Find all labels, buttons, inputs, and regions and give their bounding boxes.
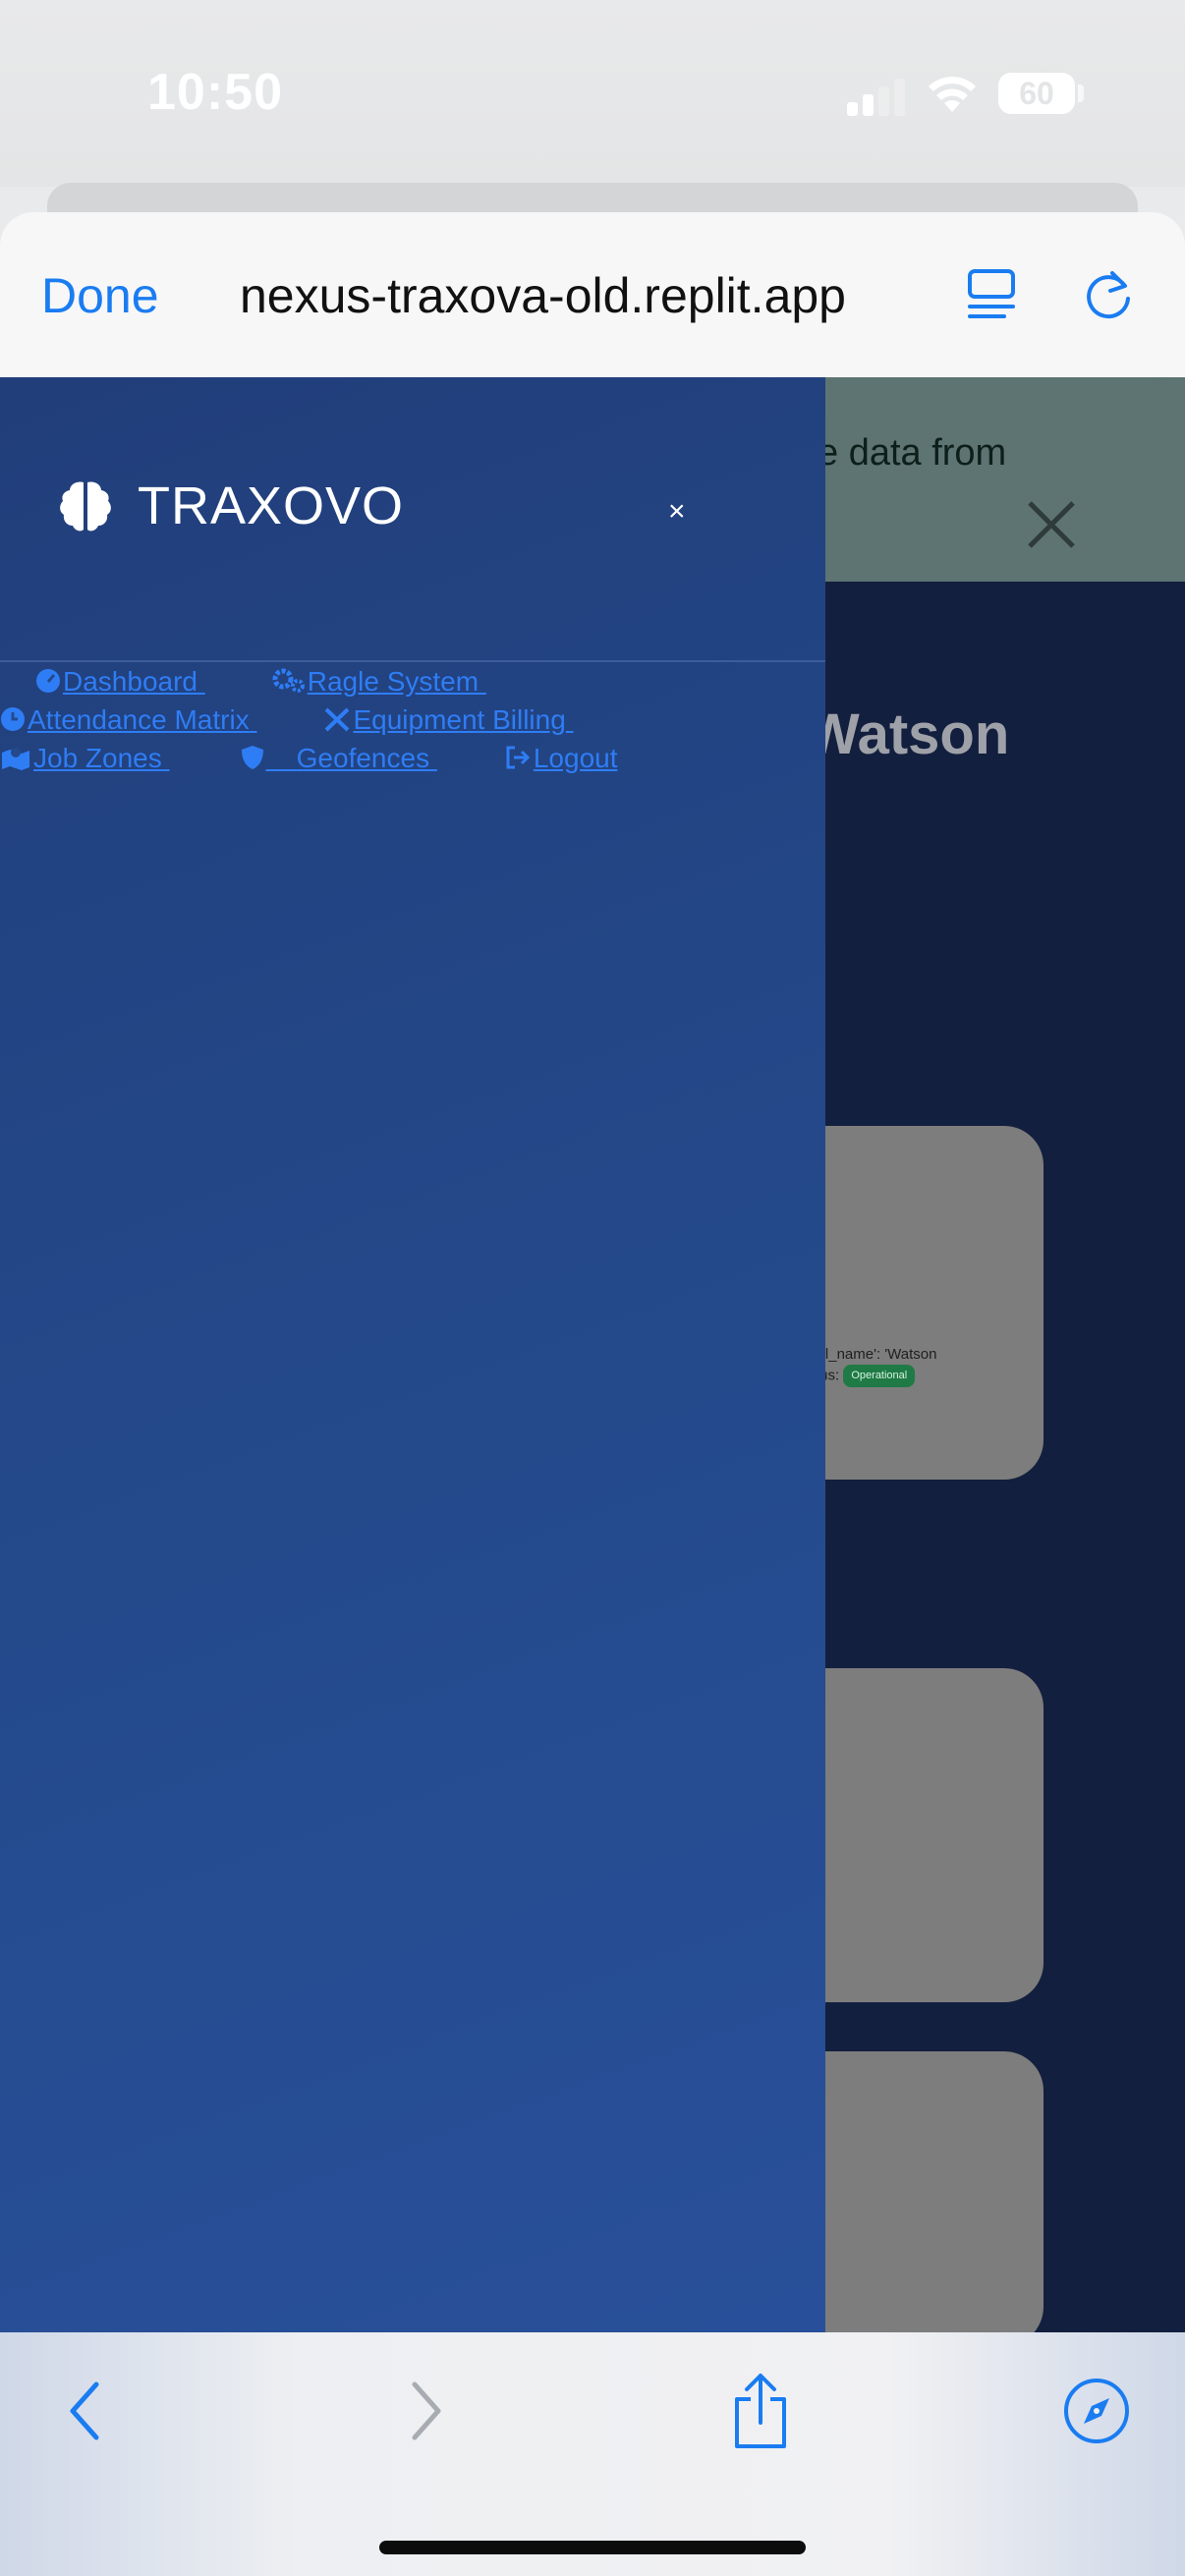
nav-link-attendance-matrix[interactable]: Attendance Matrix [0, 704, 256, 735]
nav-label: Equipment Billing [353, 704, 566, 735]
reload-icon[interactable] [1079, 265, 1138, 324]
status-badge: Operational [843, 1365, 916, 1387]
home-indicator [379, 2541, 806, 2554]
nav-link-equipment-billing[interactable]: Equipment Billing [323, 704, 573, 735]
nav-link-ragle-system[interactable]: Ragle System [272, 666, 486, 697]
share-button[interactable] [721, 2372, 800, 2450]
back-button[interactable] [45, 2372, 124, 2450]
battery-cap [1078, 84, 1084, 102]
shield-icon [241, 746, 263, 769]
sidebar-close-button[interactable]: × [668, 497, 686, 527]
open-in-safari-button[interactable] [1057, 2372, 1136, 2450]
nav-label: Geofences [296, 743, 430, 773]
brain-icon [60, 481, 111, 532]
done-button[interactable]: Done [41, 267, 159, 324]
cellular-signal-icon [847, 77, 908, 116]
reader-mode-icon[interactable] [965, 265, 1020, 322]
sidebar-nav: Dashboard Ragle System Attendance Matrix… [0, 662, 786, 777]
brand-name: TRAXOVO [138, 476, 405, 535]
battery-level: 60 [1019, 76, 1054, 111]
battery-icon: 60 [998, 73, 1075, 114]
forward-button[interactable] [387, 2372, 466, 2450]
cogs-icon [272, 668, 305, 693]
nav-label: Job Zones [33, 743, 162, 773]
browser-toolbar [0, 2332, 1185, 2576]
web-page: e data from Watson ', 'full_name': 'Wats… [0, 377, 1185, 2332]
welcome-user-name: Watson [806, 702, 1010, 766]
wifi-icon [929, 77, 976, 112]
nav-link-job-zones[interactable]: Job Zones [0, 743, 170, 773]
status-bar: 10:50 60 [0, 0, 1185, 187]
alert-text: e data from [818, 432, 1007, 474]
alert-corner [1126, 377, 1185, 582]
sign-out-icon [506, 746, 530, 769]
dashboard-gauge-icon [36, 669, 60, 693]
clock-icon [1, 707, 25, 731]
alert-close-icon[interactable] [1024, 497, 1079, 552]
nav-link-dashboard[interactable]: Dashboard [35, 666, 205, 697]
nav-label: Logout [533, 743, 618, 773]
chevron-left-icon [70, 2381, 99, 2440]
nav-link-geofences[interactable]: Geofences [241, 743, 437, 773]
status-time: 10:50 [147, 64, 283, 121]
nav-label: Attendance Matrix [28, 704, 250, 735]
sidebar: TRAXOVO × Dashboard Ragle System Attenda… [0, 377, 825, 2332]
browser-header: Done nexus-traxova-old.replit.app [0, 212, 1185, 377]
tools-icon [325, 707, 350, 732]
nav-label: Dashboard [63, 666, 198, 697]
map-marked-icon [2, 748, 29, 770]
share-icon [735, 2374, 786, 2448]
brand: TRAXOVO [57, 472, 404, 540]
nav-link-logout[interactable]: Logout [504, 743, 618, 773]
flash-alert: e data from [776, 377, 1185, 582]
chevron-right-icon [412, 2381, 441, 2440]
url-label[interactable]: nexus-traxova-old.replit.app [240, 267, 846, 324]
compass-icon [1064, 2379, 1129, 2443]
nav-label: Ragle System [307, 666, 480, 697]
